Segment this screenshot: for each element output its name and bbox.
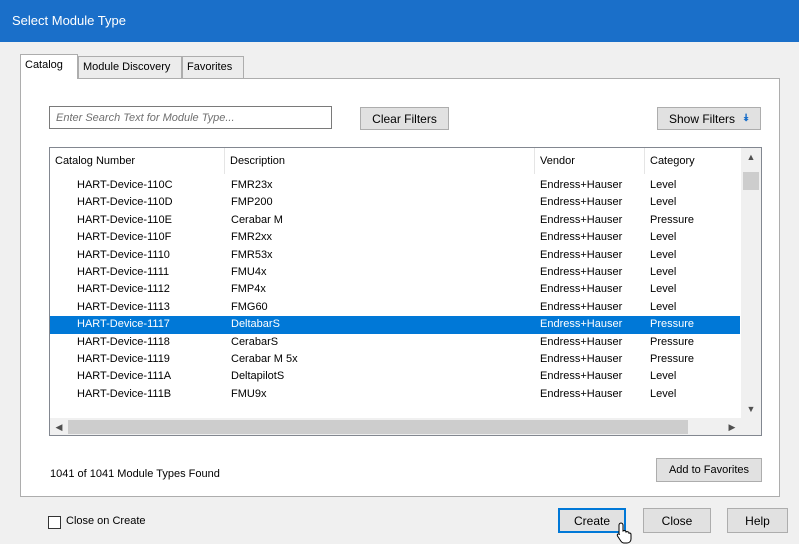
scrollbar-corner	[741, 418, 761, 435]
cell-category: Pressure	[650, 213, 695, 226]
cell-description: FMR2xx	[231, 231, 272, 244]
cell-catalog-number: HART-Device-110C	[77, 179, 173, 191]
cell-vendor: Endress+Hauser	[540, 248, 623, 261]
horizontal-scroll-thumb[interactable]	[68, 420, 688, 434]
column-header-category[interactable]: Category	[645, 148, 740, 174]
cell-vendor: Endress+Hauser	[540, 352, 623, 365]
cell-catalog-number: HART-Device-1119	[77, 352, 170, 365]
cell-description: FMU9x	[231, 387, 267, 400]
table-rows: HART-Device-110C FMR23x Endress+Hauser Leve…	[50, 177, 740, 403]
cell-category: Pressure	[650, 335, 695, 348]
hand-cursor-icon	[616, 522, 632, 544]
cell-catalog-number: HART-Device-111A	[77, 370, 172, 383]
cell-vendor: Endress+Hauser	[540, 213, 623, 226]
cell-category: Level	[650, 370, 677, 383]
tab-favorites[interactable]: Favorites	[182, 56, 244, 78]
cell-vendor: Endress+Hauser	[540, 196, 623, 209]
cell-vendor: Endress+Hauser	[540, 318, 623, 331]
horizontal-scrollbar[interactable]: ◀ ▶	[50, 418, 741, 435]
table-row[interactable]: HART-Device-110F FMR2xx Endress+Hauser Leve…	[50, 229, 740, 246]
cell-category: Level	[650, 265, 677, 278]
cell-category: Pressure	[650, 318, 695, 331]
table-header: Catalog Number Description Vendor Catego…	[50, 148, 740, 174]
vertical-scrollbar[interactable]: ▲ ▼	[741, 148, 761, 418]
table-row[interactable]: HART-Device-1110 FMR53x Endress+Hauser Leve…	[50, 247, 740, 264]
cell-description: FMG60	[231, 300, 268, 313]
show-filters-button[interactable]: Show Filters ⯯	[657, 107, 761, 130]
help-button[interactable]: Help	[727, 508, 788, 533]
clear-filters-button[interactable]: Clear Filters	[360, 107, 449, 130]
cell-category: Level	[650, 387, 677, 400]
cell-catalog-number: HART-Device-110E	[77, 213, 172, 226]
cell-description: DeltabarS	[231, 318, 280, 331]
cell-category: Level	[650, 283, 677, 296]
close-button[interactable]: Close	[643, 508, 711, 533]
cell-catalog-number: HART-Device-1118	[77, 335, 170, 348]
cell-vendor: Endress+Hauser	[540, 265, 623, 278]
table-row[interactable]: HART-Device-110D FMP200 Endress+Hauser Leve…	[50, 194, 740, 211]
show-filters-label: Show Filters	[668, 111, 736, 126]
table-row[interactable]: HART-Device-1112 FMP4x Endress+Hauser Level	[50, 281, 740, 298]
tab-catalog[interactable]: Catalog	[20, 54, 78, 79]
module-type-table[interactable]: Catalog Number Description Vendor Catego…	[49, 147, 762, 436]
cell-catalog-number: HART-Device-1112	[77, 283, 170, 296]
cell-category: Level	[650, 248, 677, 261]
cell-description: CerabarS	[231, 335, 279, 348]
cell-description: FMP200	[231, 196, 273, 209]
tab-module-discovery[interactable]: Module Discovery	[78, 56, 182, 78]
table-row[interactable]: HART-Device-1118 CerabarS Endress+Hauser Pr…	[50, 334, 740, 351]
close-on-create-checkbox[interactable]	[48, 516, 61, 529]
cell-vendor: Endress+Hauser	[540, 300, 623, 313]
cell-description: FMP4x	[231, 283, 266, 296]
cell-description: Cerabar M 5x	[231, 352, 298, 365]
results-count: 1041 of 1041 Module Types Found	[50, 468, 220, 480]
cell-category: Level	[650, 300, 677, 313]
scroll-down-icon[interactable]: ▼	[741, 400, 761, 418]
cell-catalog-number: HART-Device-1111	[77, 265, 170, 278]
table-row[interactable]: HART-Device-110C FMR23x Endress+Hauser Leve…	[50, 177, 740, 194]
cell-category: Level	[650, 179, 677, 191]
title-bar: Select Module Type	[0, 0, 799, 42]
vertical-scroll-thumb[interactable]	[743, 172, 759, 190]
cell-vendor: Endress+Hauser	[540, 387, 623, 400]
cell-category: Pressure	[650, 352, 695, 365]
cell-catalog-number: HART-Device-1113	[77, 300, 170, 313]
cell-catalog-number: HART-Device-111B	[77, 387, 172, 400]
table-row[interactable]: HART-Device-1119 Cerabar M 5x Endress+Haus…	[50, 351, 740, 368]
table-row[interactable]: HART-Device-1111 FMU4x Endress+Hauser Level	[50, 264, 740, 281]
column-header-vendor[interactable]: Vendor	[535, 148, 645, 174]
cell-description: FMR23x	[231, 179, 273, 191]
cell-catalog-number: HART-Device-1110	[77, 248, 170, 261]
table-row[interactable]: HART-Device-1117 DeltabarS Endress+Hauser P…	[50, 316, 740, 334]
cell-description: FMU4x	[231, 265, 267, 278]
cell-category: Level	[650, 231, 677, 244]
table-row[interactable]: HART-Device-111B FMU9x Endress+Hauser Level	[50, 386, 740, 403]
close-on-create-label: Close on Create	[66, 515, 146, 527]
cell-vendor: Endress+Hauser	[540, 370, 623, 383]
cell-vendor: Endress+Hauser	[540, 179, 623, 191]
cell-catalog-number: HART-Device-1117	[77, 318, 170, 331]
table-row[interactable]: HART-Device-1113 FMG60 Endress+Hauser Level	[50, 299, 740, 316]
chevron-double-down-icon: ⯯	[743, 113, 750, 124]
table-row[interactable]: HART-Device-111A DeltapilotS Endress+Hause…	[50, 368, 740, 385]
cell-vendor: Endress+Hauser	[540, 335, 623, 348]
table-row[interactable]: HART-Device-110E Cerabar M Endress+Hauser P…	[50, 212, 740, 229]
scroll-left-icon[interactable]: ◀	[50, 418, 68, 435]
scroll-up-icon[interactable]: ▲	[741, 148, 761, 166]
cell-category: Level	[650, 196, 677, 209]
window-title: Select Module Type	[12, 13, 126, 28]
cell-description: DeltapilotS	[231, 370, 285, 383]
search-input[interactable]	[49, 106, 332, 129]
cell-vendor: Endress+Hauser	[540, 231, 623, 244]
cell-description: FMR53x	[231, 248, 273, 261]
cell-catalog-number: HART-Device-110F	[77, 231, 172, 244]
cell-description: Cerabar M	[231, 213, 283, 226]
scroll-right-icon[interactable]: ▶	[723, 418, 741, 435]
column-header-catalog-number[interactable]: Catalog Number	[50, 148, 225, 174]
cell-catalog-number: HART-Device-110D	[77, 196, 173, 209]
add-to-favorites-button[interactable]: Add to Favorites	[656, 458, 762, 482]
column-header-description[interactable]: Description	[225, 148, 535, 174]
cell-vendor: Endress+Hauser	[540, 283, 623, 296]
